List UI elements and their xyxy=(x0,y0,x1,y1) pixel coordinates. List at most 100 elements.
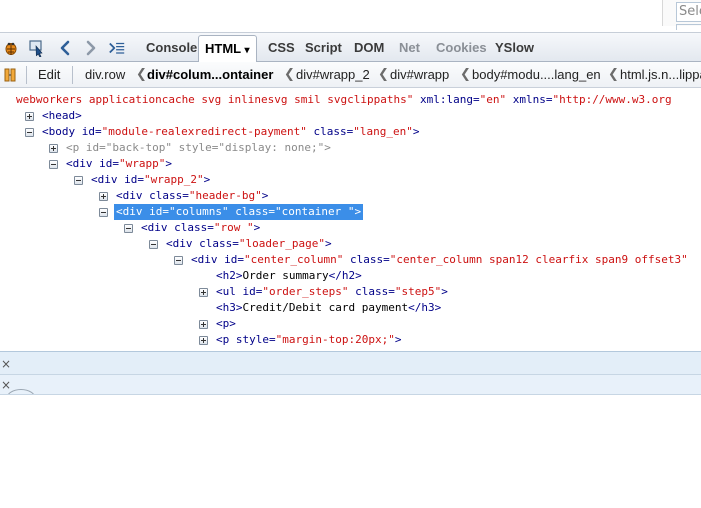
collapse-icon[interactable] xyxy=(25,128,34,137)
markup-token: "loader_page" xyxy=(238,237,325,250)
inspect-icon[interactable] xyxy=(28,39,46,57)
breadcrumb-item-div-columns[interactable]: div#colum...ontainer xyxy=(147,62,273,88)
page-select-box[interactable]: Sele xyxy=(676,2,701,22)
markup-token: <div xyxy=(141,221,175,234)
chevron-down-icon: ▾ xyxy=(244,45,250,56)
tree-node[interactable]: <div class="header-bg"> xyxy=(0,188,701,204)
tree-node-markup: <ul id="order_steps" class="step5"> xyxy=(214,284,450,300)
markup-token: <div xyxy=(166,237,200,250)
markup-token: Order summary xyxy=(242,269,329,282)
tab-html-label: HTML xyxy=(205,41,241,56)
close-icon[interactable]: × xyxy=(1,358,11,370)
markup-token: "center_column" xyxy=(244,253,344,266)
tree-node-markup: <div id="center_column" class="center_co… xyxy=(189,252,690,268)
toolbar-separator xyxy=(72,66,73,84)
collapse-icon[interactable] xyxy=(149,240,158,249)
markup-token: id= xyxy=(224,253,244,266)
markup-token: </h2> xyxy=(328,269,362,282)
markup-token: "lang_en" xyxy=(353,125,413,138)
markup-token: <ul xyxy=(216,285,243,298)
markup-token: class= xyxy=(343,253,390,266)
markup-token: > xyxy=(261,189,269,202)
edit-button[interactable]: Edit xyxy=(38,62,60,88)
tree-node-markup: <div class="row "> xyxy=(139,220,262,236)
html-tree-panel[interactable]: webworkers applicationcache svg inlinesv… xyxy=(0,89,701,351)
markup-token: "step5" xyxy=(394,285,442,298)
back-arrow-icon[interactable] xyxy=(56,39,74,57)
collapse-icon[interactable] xyxy=(74,176,83,185)
tree-node-markup: <p id="back-top" style="display: none;"> xyxy=(64,140,333,156)
collapse-icon[interactable] xyxy=(49,160,58,169)
markup-token: > xyxy=(412,125,420,138)
chevron-left-icon: ❮ xyxy=(378,67,389,82)
tab-script[interactable]: Script xyxy=(299,35,348,62)
browser-page-strip: Sele xyxy=(0,0,701,32)
tree-node-markup: <h3>Credit/Debit card payment</h3> xyxy=(214,300,443,316)
collapse-icon[interactable] xyxy=(174,256,183,265)
tree-node[interactable]: <div id="columns" class="container "> xyxy=(0,204,701,220)
breadcrumb-item-div-row[interactable]: div.row xyxy=(85,62,125,88)
markup-token: <div xyxy=(191,253,225,266)
tree-node[interactable]: <p> xyxy=(0,316,701,332)
markup-token: "order_steps" xyxy=(262,285,349,298)
collapse-icon[interactable] xyxy=(99,208,108,217)
tree-node[interactable]: <head> xyxy=(0,108,701,124)
markup-token: <h2> xyxy=(216,269,243,282)
markup-token: "en" xyxy=(479,93,507,106)
breadcrumb-item-body[interactable]: body#modu....lang_en xyxy=(472,62,601,88)
tree-node[interactable]: <div id="wrapp"> xyxy=(0,156,701,172)
tab-html[interactable]: HTML ▾ xyxy=(198,35,257,64)
tree-node[interactable]: <p id="back-top" style="display: none;"> xyxy=(0,140,701,156)
command-line-icon[interactable] xyxy=(108,39,126,57)
tree-node[interactable]: <ul id="order_steps" class="step5"> xyxy=(0,284,701,300)
markup-token: <h3> xyxy=(216,301,243,314)
tree-node-markup: <p style="margin-top:20px;"> xyxy=(214,332,403,348)
tree-node[interactable]: <h3>Credit/Debit card payment</h3> xyxy=(0,300,701,316)
markup-token: class= xyxy=(348,285,395,298)
markup-token: id= xyxy=(149,205,169,218)
forward-arrow-icon[interactable] xyxy=(82,39,100,57)
tree-node-markup: <div class="loader_page"> xyxy=(164,236,334,252)
expand-icon[interactable] xyxy=(199,336,208,345)
expand-icon[interactable] xyxy=(99,192,108,201)
tree-node[interactable]: <p style="margin-top:20px;"> xyxy=(0,332,701,348)
tree-node[interactable]: <body id="module-realexredirect-payment"… xyxy=(0,124,701,140)
markup-token: > xyxy=(354,205,362,218)
toolbar-separator xyxy=(26,66,27,84)
tab-dom[interactable]: DOM xyxy=(348,35,390,62)
breadcrumb-item-div-wrapp[interactable]: div#wrapp xyxy=(390,62,449,88)
tab-css[interactable]: CSS xyxy=(262,35,301,62)
tree-node-markup: webworkers applicationcache svg inlinesv… xyxy=(14,92,674,108)
close-icon[interactable]: × xyxy=(1,379,11,391)
tab-net[interactable]: Net xyxy=(393,35,426,62)
markup-token: "wrapp_2" xyxy=(144,173,204,186)
tab-console[interactable]: Console xyxy=(140,35,203,62)
tree-node[interactable]: <div id="wrapp_2"> xyxy=(0,172,701,188)
markup-token: "columns" xyxy=(169,205,229,218)
tree-node-markup: <h2>Order summary</h2> xyxy=(214,268,364,284)
markup-token: > xyxy=(394,333,402,346)
expand-icon[interactable] xyxy=(25,112,34,121)
breadcrumb-item-div-wrapp-2[interactable]: div#wrapp_2 xyxy=(296,62,370,88)
tab-cookies[interactable]: Cookies xyxy=(430,35,493,62)
tree-node[interactable]: <div class="loader_page"> xyxy=(0,236,701,252)
command-line-panel: × xyxy=(0,375,701,395)
layout-panel-icon[interactable] xyxy=(2,66,20,84)
markup-token: "module-realexredirect-payment" xyxy=(101,125,307,138)
tree-node[interactable]: webworkers applicationcache svg inlinesv… xyxy=(0,92,701,108)
expand-icon[interactable] xyxy=(49,144,58,153)
markup-token: Credit/Debit card payment xyxy=(242,301,409,314)
tree-node[interactable]: <div id="center_column" class="center_co… xyxy=(0,252,701,268)
firebug-icon[interactable] xyxy=(2,39,20,57)
expand-icon[interactable] xyxy=(199,320,208,329)
collapse-icon[interactable] xyxy=(124,224,133,233)
tab-yslow[interactable]: YSlow xyxy=(489,35,540,62)
breadcrumb-item-html[interactable]: html.js.n...lippat xyxy=(620,62,701,88)
markup-token: <head> xyxy=(42,109,82,122)
tree-node[interactable]: <h2>Order summary</h2> xyxy=(0,268,701,284)
expand-icon[interactable] xyxy=(199,288,208,297)
tree-node-markup: <p> xyxy=(214,316,238,332)
markup-token: "center_column span12 clearfix span9 off… xyxy=(389,253,688,266)
tree-node[interactable]: <div class="row "> xyxy=(0,220,701,236)
markup-token: id= xyxy=(99,157,119,170)
